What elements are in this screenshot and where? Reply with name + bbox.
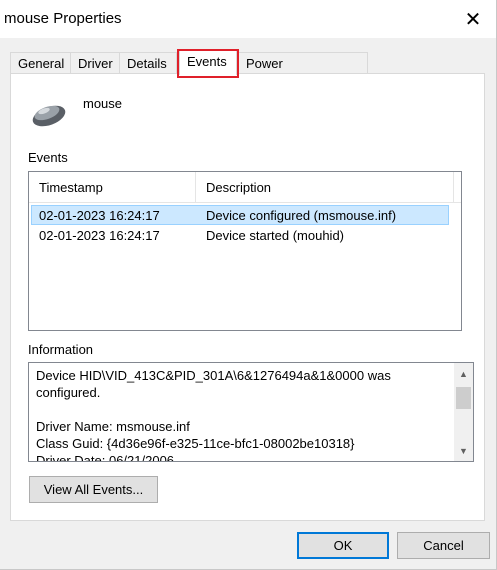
information-text: Device HID\VID_413C&PID_301A\6&1276494a&…: [36, 367, 448, 462]
close-icon: ✕: [464, 8, 482, 31]
close-button[interactable]: ✕: [450, 0, 496, 38]
information-textbox[interactable]: Device HID\VID_413C&PID_301A\6&1276494a&…: [28, 362, 474, 462]
tab-driver[interactable]: Driver: [70, 52, 120, 73]
row-description: Device configured (msmouse.inf): [206, 208, 397, 223]
table-row[interactable]: 02-01-2023 16:24:17 Device started (mouh…: [31, 226, 449, 246]
row-description: Device started (mouhid): [206, 228, 344, 243]
tab-power-management[interactable]: Power Management: [238, 52, 368, 92]
window-title: mouse Properties: [4, 10, 122, 27]
row-timestamp: 02-01-2023 16:24:17: [39, 208, 160, 223]
ok-button[interactable]: OK: [297, 532, 389, 559]
table-row[interactable]: 02-01-2023 16:24:17 Device configured (m…: [31, 205, 449, 225]
cancel-button[interactable]: Cancel: [397, 532, 490, 559]
vertical-scrollbar[interactable]: ▲ ▼: [454, 363, 473, 461]
events-panel: mouse Events Timestamp Description 02-01…: [10, 73, 485, 521]
info-line: [36, 401, 448, 418]
view-all-events-button[interactable]: View All Events...: [29, 476, 158, 503]
column-description[interactable]: Description: [206, 180, 271, 195]
scroll-down-icon[interactable]: ▼: [454, 442, 473, 459]
scroll-thumb[interactable]: [456, 387, 471, 409]
info-line: Driver Name: msmouse.inf: [36, 419, 190, 434]
tab-events[interactable]: Events: [179, 50, 237, 75]
column-timestamp[interactable]: Timestamp: [39, 180, 103, 195]
tab-general[interactable]: General: [10, 52, 71, 73]
information-label: Information: [28, 342, 94, 357]
row-timestamp: 02-01-2023 16:24:17: [39, 228, 160, 243]
tab-details[interactable]: Details: [119, 52, 177, 73]
scroll-up-icon[interactable]: ▲: [454, 365, 473, 382]
column-divider[interactable]: [195, 172, 196, 202]
events-list[interactable]: Timestamp Description 02-01-2023 16:24:1…: [28, 171, 462, 331]
device-name: mouse: [83, 96, 123, 111]
mouse-icon: [32, 105, 66, 127]
info-line: Class Guid: {4d36e96f-e325-11ce-bfc1-080…: [36, 436, 355, 451]
properties-window: mouse Properties ✕ General Driver Detail…: [0, 0, 497, 570]
info-line: configured.: [36, 385, 101, 400]
title-bar: mouse Properties ✕: [0, 0, 496, 38]
events-label: Events: [28, 150, 68, 165]
column-divider[interactable]: [453, 172, 454, 202]
info-line: Driver Date: 06/21/2006: [36, 453, 175, 462]
info-line: Device HID\VID_413C&PID_301A\6&1276494a&…: [36, 368, 391, 383]
list-header: Timestamp Description: [29, 172, 461, 203]
